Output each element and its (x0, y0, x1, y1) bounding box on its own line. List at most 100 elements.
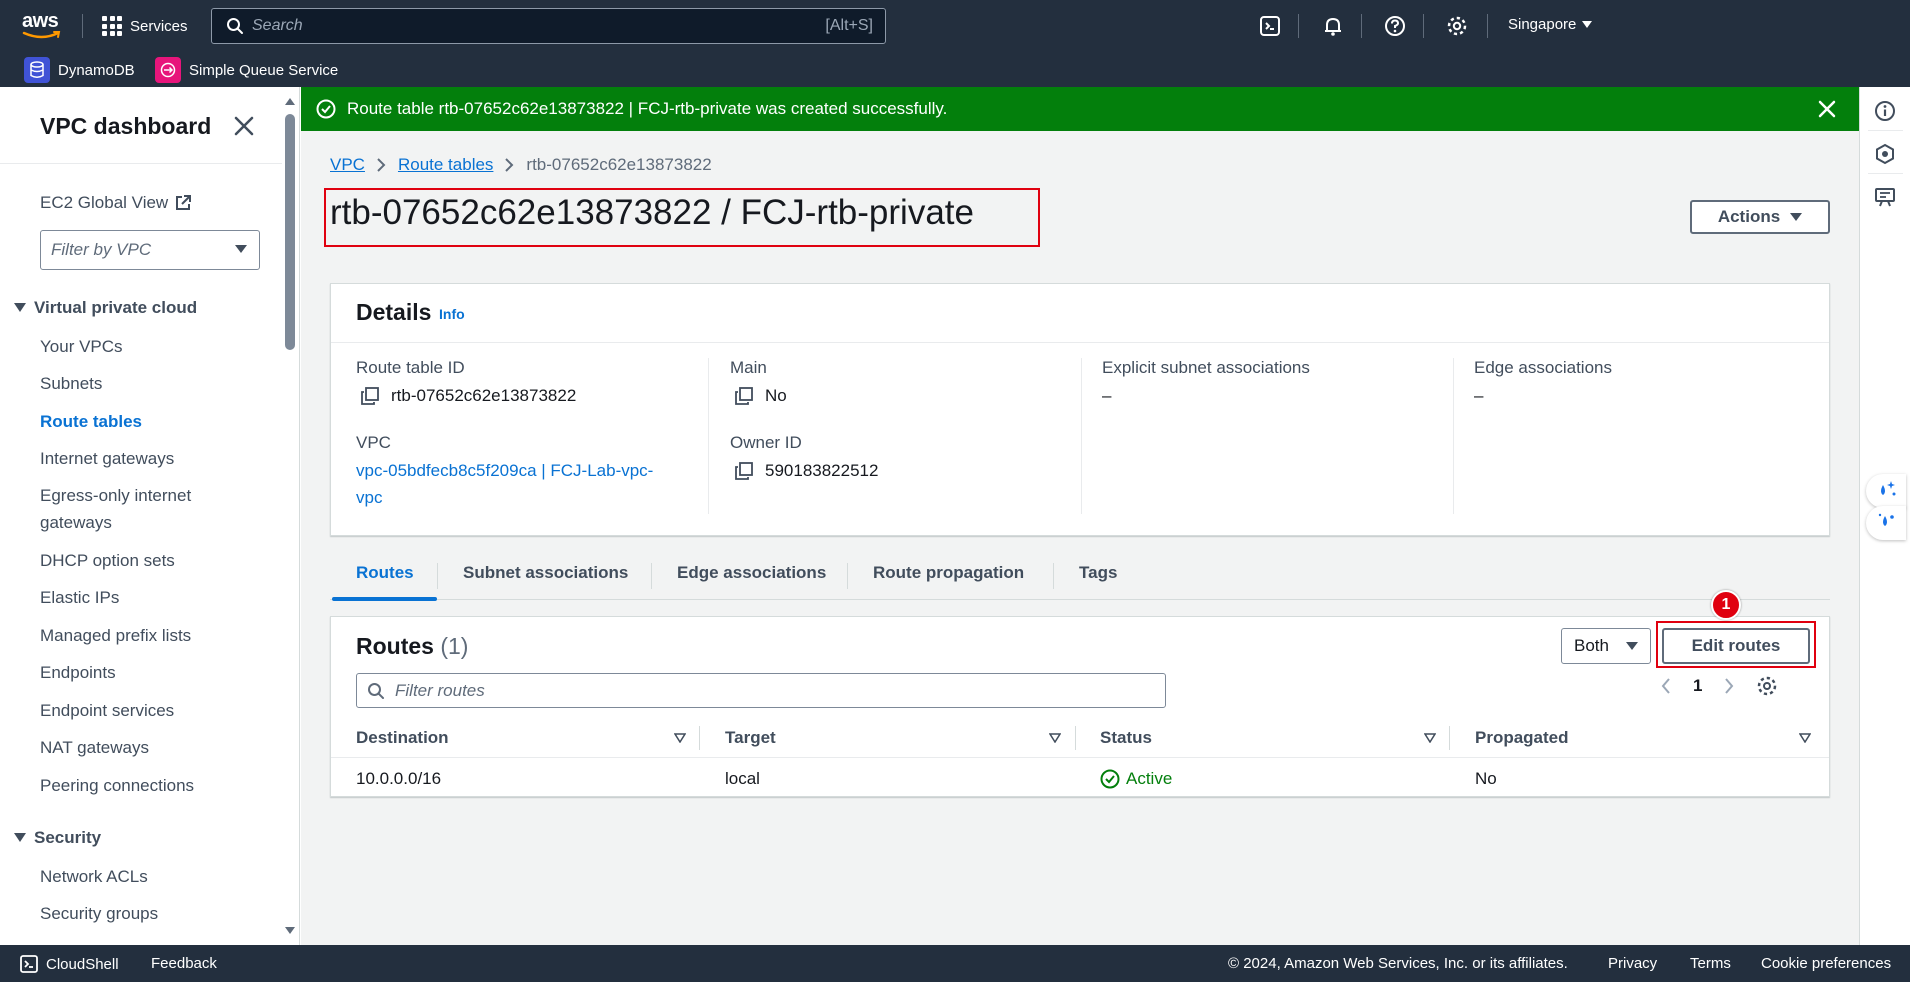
sidebar-item-elastic-ips[interactable]: Elastic IPs (40, 588, 119, 608)
copy-icon[interactable] (735, 462, 753, 480)
favorite-sqs[interactable]: Simple Queue Service (155, 57, 338, 83)
info-panel-icon[interactable] (1873, 99, 1897, 123)
explore-icon[interactable] (1873, 142, 1897, 166)
copy-icon[interactable] (735, 387, 753, 405)
close-sidebar-icon[interactable] (233, 115, 257, 139)
services-menu-button[interactable]: Services (102, 14, 188, 38)
info-link[interactable]: Info (439, 306, 465, 322)
sidebar-item-your-vpcs[interactable]: Your VPCs (40, 337, 123, 357)
search-bar[interactable]: [Alt+S] (211, 8, 886, 44)
route-filter-select[interactable]: Both (1561, 628, 1651, 664)
sidebar-section-vpc[interactable]: Virtual private cloud (14, 298, 197, 318)
cell-target: local (725, 769, 760, 788)
dismiss-flash-icon[interactable] (1817, 99, 1837, 119)
privacy-link[interactable]: Privacy (1608, 955, 1657, 972)
sidebar-item-peering-connections[interactable]: Peering connections (40, 776, 194, 796)
floating-assistant-secondary-icon[interactable] (1866, 506, 1906, 540)
sidebar-item-subnets[interactable]: Subnets (40, 374, 102, 394)
sidebar-scrollbar[interactable] (283, 96, 295, 941)
column-divider[interactable] (699, 726, 700, 750)
caret-down-icon (1582, 20, 1593, 28)
vpc-link[interactable]: vpc-05bdfecb8c5f209ca | FCJ-Lab-vpc- (356, 457, 653, 484)
filter-routes-input[interactable]: Filter routes (356, 673, 1166, 708)
settings-icon[interactable] (1445, 14, 1469, 38)
sidebar-item-security-groups[interactable]: Security groups (40, 904, 158, 924)
pagination: 1 (1661, 675, 1778, 697)
sidebar-item-egress-only-gateways-line2[interactable]: gateways (40, 513, 112, 533)
tab-subnet-associations[interactable]: Subnet associations (463, 563, 628, 583)
tab-list: Routes Subnet associations Edge associat… (330, 547, 1830, 601)
sidebar-item-egress-only-gateways[interactable]: Egress-only internet (40, 486, 191, 506)
page-number[interactable]: 1 (1693, 676, 1702, 696)
scrollbar-thumb[interactable] (285, 114, 295, 350)
column-divider[interactable] (1449, 726, 1450, 750)
copy-icon[interactable] (361, 387, 379, 405)
details-header: Details Info (331, 284, 1829, 343)
tab-edge-associations[interactable]: Edge associations (677, 563, 826, 583)
sort-icon[interactable] (674, 733, 686, 743)
services-label: Services (130, 17, 188, 35)
sidebar-item-endpoint-services[interactable]: Endpoint services (40, 701, 174, 721)
tab-routes[interactable]: Routes (356, 563, 414, 583)
details-heading: Details (356, 299, 432, 325)
sort-icon[interactable] (1424, 733, 1436, 743)
chevron-right-icon[interactable] (1724, 678, 1734, 694)
column-target[interactable]: Target (725, 728, 776, 748)
top-navigation: aws Services [Alt+S] Singapore (0, 0, 1910, 52)
column-status[interactable]: Status (1100, 728, 1152, 748)
favorite-dynamodb[interactable]: DynamoDB (24, 57, 135, 83)
sidebar-item-nat-gateways[interactable]: NAT gateways (40, 738, 149, 758)
floating-assistant-icon[interactable] (1866, 474, 1906, 508)
sort-icon[interactable] (1799, 733, 1811, 743)
aws-logo[interactable]: aws (22, 11, 64, 42)
scroll-up-icon[interactable] (284, 96, 296, 106)
breadcrumb-vpc[interactable]: VPC (330, 155, 365, 175)
sidebar-item-dhcp-option-sets[interactable]: DHCP option sets (40, 551, 175, 571)
sidebar-title[interactable]: VPC dashboard (40, 113, 211, 140)
tutorial-icon[interactable] (1873, 185, 1897, 209)
chevron-left-icon[interactable] (1661, 678, 1671, 694)
column-destination[interactable]: Destination (356, 728, 449, 748)
sidebar-item-network-acls[interactable]: Network ACLs (40, 867, 148, 887)
sort-icon[interactable] (1049, 733, 1061, 743)
cookie-preferences-link[interactable]: Cookie preferences (1761, 955, 1891, 972)
sidebar-item-managed-prefix-lists[interactable]: Managed prefix lists (40, 626, 191, 646)
main-text: No (765, 386, 787, 405)
sqs-icon (155, 57, 181, 83)
scroll-down-icon[interactable] (284, 926, 296, 936)
explicit-subnet-associations-value: – (1102, 386, 1112, 405)
feedback-link[interactable]: Feedback (151, 955, 217, 972)
copyright-text: © 2024, Amazon Web Services, Inc. or its… (1228, 955, 1568, 972)
caret-down-icon (14, 303, 26, 312)
column-divider[interactable] (1075, 726, 1076, 750)
tab-route-propagation[interactable]: Route propagation (873, 563, 1024, 583)
sidebar-item-ec2-global-view[interactable]: EC2 Global View (40, 193, 192, 213)
main-content: Route table rtb-07652c62e13873822 | FCJ-… (301, 87, 1859, 945)
search-input[interactable] (244, 17, 826, 35)
help-icon[interactable] (1383, 14, 1407, 38)
sidebar-item-route-tables[interactable]: Route tables (40, 412, 142, 432)
nav-divider (1298, 14, 1299, 38)
edge-associations-label: Edge associations (1474, 358, 1612, 377)
filter-by-vpc-select[interactable]: Filter by VPC (40, 230, 260, 270)
caret-down-icon (14, 833, 26, 842)
actions-button[interactable]: Actions (1690, 200, 1830, 234)
external-link-icon (176, 195, 192, 210)
sidebar-item-endpoints[interactable]: Endpoints (40, 663, 116, 683)
region-selector[interactable]: Singapore (1508, 16, 1593, 33)
cloudshell-icon[interactable] (1258, 14, 1282, 38)
notifications-icon[interactable] (1321, 14, 1345, 38)
sidebar-item-internet-gateways[interactable]: Internet gateways (40, 449, 174, 469)
terms-link[interactable]: Terms (1690, 955, 1731, 972)
column-propagated[interactable]: Propagated (1475, 728, 1569, 748)
details-column-1: Route table ID rtb-07652c62e13873822 VPC… (356, 358, 701, 514)
cell-propagated: No (1475, 769, 1497, 788)
tab-tags[interactable]: Tags (1079, 563, 1117, 583)
cloudshell-button[interactable]: CloudShell (20, 955, 119, 973)
explicit-subnet-associations-label: Explicit subnet associations (1102, 358, 1310, 377)
breadcrumb-route-tables[interactable]: Route tables (398, 155, 493, 175)
vpc-link-line2[interactable]: vpc (356, 484, 382, 511)
sidebar-section-security[interactable]: Security (14, 828, 101, 848)
sidebar-divider (0, 163, 282, 164)
table-settings-icon[interactable] (1756, 675, 1778, 697)
